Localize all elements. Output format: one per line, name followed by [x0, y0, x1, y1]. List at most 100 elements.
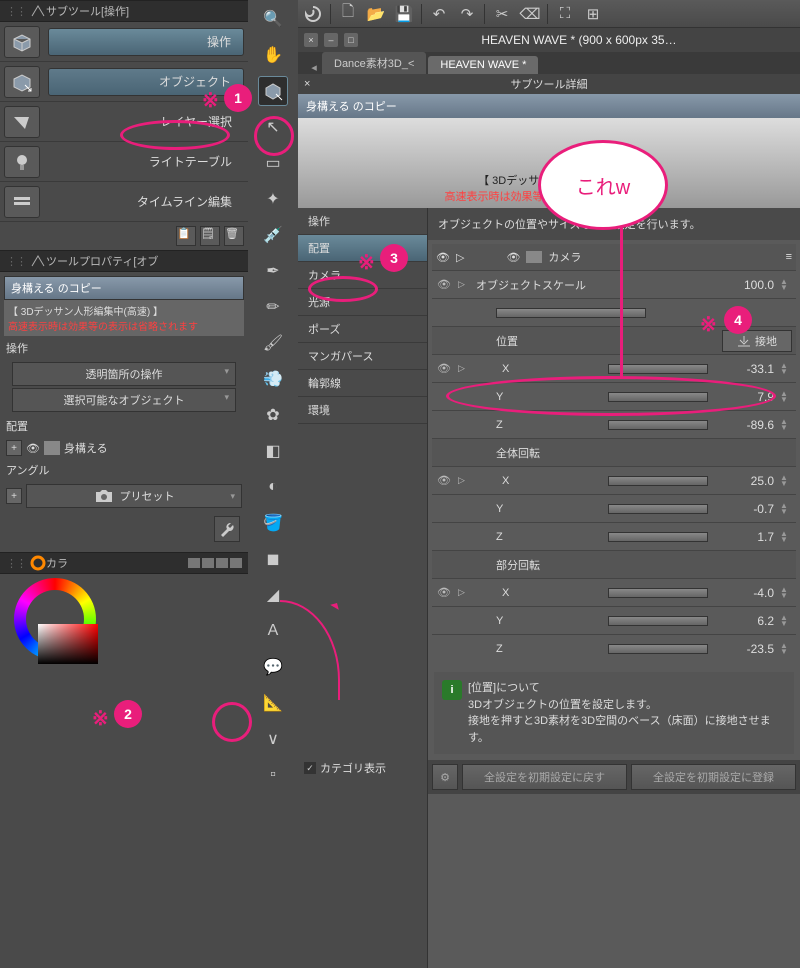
cat-environment[interactable]: 環境 — [298, 397, 427, 424]
camera-header[interactable]: 👁 ▷ 👁 カメラ ≡ — [432, 244, 796, 270]
spinner-icon[interactable]: ▲▼ — [780, 419, 792, 431]
tool-fill[interactable]: 🪣 — [258, 508, 288, 538]
slider[interactable] — [608, 588, 708, 598]
redo-icon[interactable]: ↷ — [456, 3, 478, 25]
undo-icon[interactable]: ↶ — [428, 3, 450, 25]
spinner-icon[interactable]: ▲▼ — [780, 279, 792, 291]
eye-icon[interactable]: 👁 — [436, 278, 452, 291]
delete-icon[interactable]: ⌫ — [519, 3, 541, 25]
color-tab[interactable] — [202, 558, 214, 568]
settings-gear-icon[interactable]: ⚙ — [432, 764, 458, 790]
spinner-icon[interactable]: ▲▼ — [780, 503, 792, 515]
cat-outline[interactable]: 輪郭線 — [298, 370, 427, 397]
spinner-icon[interactable]: ▲▼ — [780, 615, 792, 627]
tool-gradient[interactable]: ◼ — [258, 544, 288, 574]
sv-box[interactable] — [38, 624, 98, 664]
open-icon[interactable]: 📂 — [365, 3, 387, 25]
cat-operation[interactable]: 操作 — [298, 208, 427, 235]
tool-dot[interactable]: ▫ — [258, 760, 288, 790]
color-tab[interactable] — [216, 558, 228, 568]
color-panel[interactable] — [0, 574, 248, 674]
pos-x[interactable]: -33.1 — [714, 362, 774, 376]
tool-hand[interactable]: ✋ — [258, 40, 288, 70]
tab-dance[interactable]: Dance素材3D_< — [322, 52, 426, 74]
subtool-light-table[interactable]: ライトテーブル — [0, 142, 248, 182]
tab-heaven-wave[interactable]: HEAVEN WAVE * — [428, 56, 538, 74]
tab-scroll-left-icon[interactable]: ◂ — [306, 61, 322, 74]
tool-eraser[interactable]: ◧ — [258, 436, 288, 466]
tool-pencil[interactable]: ✏ — [258, 292, 288, 322]
save-icon[interactable]: 💾 — [393, 3, 415, 25]
rotpart-y[interactable]: 6.2 — [714, 614, 774, 628]
new-file-icon[interactable]: 🗋 — [337, 3, 359, 25]
rotpart-x[interactable]: -4.0 — [714, 586, 774, 600]
pos-z[interactable]: -89.6 — [714, 418, 774, 432]
slider[interactable] — [608, 644, 708, 654]
subtool-operation[interactable]: 操作 — [0, 22, 248, 62]
slider[interactable] — [608, 364, 708, 374]
close-icon[interactable]: × — [304, 33, 318, 47]
rotpart-z[interactable]: -23.5 — [714, 642, 774, 656]
trash-icon[interactable]: 🗑 — [224, 226, 244, 246]
color-tab[interactable] — [230, 558, 242, 568]
swirl-icon[interactable] — [302, 3, 324, 25]
clipboard-icon[interactable]: 📋 — [176, 226, 196, 246]
subtool-timeline[interactable]: タイムライン編集 — [0, 182, 248, 222]
spinner-icon[interactable]: ▲▼ — [780, 391, 792, 403]
wrench-button[interactable] — [214, 516, 240, 542]
tool-line[interactable]: ∨ — [258, 724, 288, 754]
chevron-right-icon[interactable]: ▷ — [458, 279, 470, 290]
color-tab[interactable] — [188, 558, 200, 568]
expand-icon[interactable]: + — [6, 488, 22, 504]
document-tabs: ◂ Dance素材3D_< HEAVEN WAVE * — [298, 52, 800, 74]
rot-part-label: 部分回転 — [496, 557, 792, 573]
cat-manga-perspective[interactable]: マンガパース — [298, 343, 427, 370]
maximize-icon[interactable]: □ — [344, 33, 358, 47]
save-defaults-button[interactable]: 全設定を初期設定に登録 — [631, 764, 796, 790]
close-icon[interactable]: × — [304, 78, 310, 90]
slider[interactable] — [608, 616, 708, 626]
slider[interactable] — [608, 420, 708, 430]
reset-defaults-button[interactable]: 全設定を初期設定に戻す — [462, 764, 627, 790]
field-selectable-obj[interactable]: 選択可能なオブジェクト — [12, 388, 236, 412]
chevron-right-icon[interactable]: ▷ — [456, 251, 464, 264]
eye-icon[interactable]: 👁 — [506, 251, 520, 264]
menu-icon[interactable]: ≡ — [786, 251, 792, 263]
rotall-x[interactable]: 25.0 — [714, 474, 774, 488]
tool-pen[interactable]: ✒ — [258, 256, 288, 286]
cat-pose[interactable]: ポーズ — [298, 316, 427, 343]
tool-zoom[interactable]: 🔍 — [258, 4, 288, 34]
category-show-check[interactable]: ✓ カテゴリ表示 — [298, 754, 427, 782]
tool-blend[interactable]: ◐ — [258, 472, 288, 502]
tool-object[interactable] — [258, 76, 288, 106]
spinner-icon[interactable]: ▲▼ — [780, 363, 792, 375]
tool-brush[interactable]: 🖌 — [258, 328, 288, 358]
slider[interactable] — [608, 476, 708, 486]
minimize-icon[interactable]: – — [324, 33, 338, 47]
preset-field[interactable]: プリセット — [26, 484, 242, 508]
rotall-z[interactable]: 1.7 — [714, 530, 774, 544]
tool-airbrush[interactable]: 💨 — [258, 364, 288, 394]
scale-slider[interactable] — [496, 308, 646, 318]
rotall-y[interactable]: -0.7 — [714, 502, 774, 516]
tool-eyedropper[interactable]: 💉 — [258, 220, 288, 250]
slider[interactable] — [608, 532, 708, 542]
note-icon[interactable]: 🗒 — [200, 226, 220, 246]
field-transparent-op[interactable]: 透明箇所の操作 — [12, 362, 236, 386]
scale-value[interactable]: 100.0 — [714, 278, 774, 292]
tool-deco[interactable]: ✿ — [258, 400, 288, 430]
checkbox-icon[interactable]: ✓ — [304, 762, 316, 774]
zoom-fit-icon[interactable]: ⛶ — [554, 3, 576, 25]
spinner-icon[interactable]: ▲▼ — [780, 587, 792, 599]
expand-icon[interactable]: + — [6, 440, 22, 456]
info-box: i [位置]について 3Dオブジェクトの位置を設定します。 接地を押すと3D素材… — [434, 672, 794, 754]
eye-icon[interactable]: 👁 — [26, 442, 40, 455]
spinner-icon[interactable]: ▲▼ — [780, 643, 792, 655]
snap-icon[interactable]: ⊞ — [582, 3, 604, 25]
tool-wand[interactable]: ✦ — [258, 184, 288, 214]
cut-icon[interactable]: ✂ — [491, 3, 513, 25]
spinner-icon[interactable]: ▲▼ — [780, 531, 792, 543]
eye-icon[interactable]: 👁 — [436, 251, 450, 264]
spinner-icon[interactable]: ▲▼ — [780, 475, 792, 487]
slider[interactable] — [608, 504, 708, 514]
